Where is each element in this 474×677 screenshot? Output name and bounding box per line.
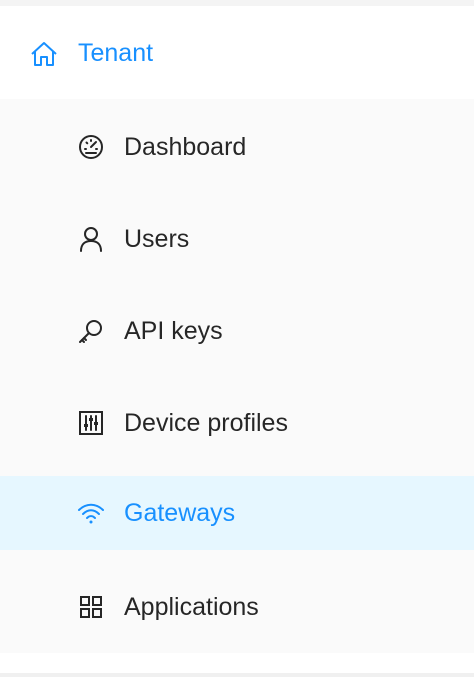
bottom-divider [0, 673, 474, 677]
menu-item-label: Users [124, 225, 190, 253]
menu-item-applications[interactable]: Applications [0, 570, 474, 644]
menu-item-api-keys[interactable]: API keys [0, 294, 474, 368]
menu-item-gateways[interactable]: Gateways [0, 476, 474, 550]
menu-item-label: Applications [124, 593, 259, 621]
key-icon [77, 317, 105, 345]
menu-item-dashboard[interactable]: Dashboard [0, 110, 474, 184]
sidebar-menu: Tenant Dashboard Users API keys Device p… [0, 0, 474, 677]
menu-item-label: Dashboard [124, 133, 247, 161]
menu-item-label: Gateways [124, 499, 236, 527]
appstore-grid-icon [77, 593, 105, 621]
wifi-icon [77, 499, 105, 527]
submenu-title-tenant[interactable]: Tenant [0, 6, 474, 99]
menu-item-label: Device profiles [124, 409, 288, 437]
tenant-submenu: Dashboard Users API keys Device profiles… [0, 99, 474, 653]
dashboard-gauge-icon [77, 133, 105, 161]
menu-item-users[interactable]: Users [0, 202, 474, 276]
submenu-title-label: Tenant [78, 39, 154, 67]
user-icon [77, 225, 105, 253]
home-icon [30, 40, 58, 68]
menu-item-device-profiles[interactable]: Device profiles [0, 386, 474, 460]
sliders-icon [77, 409, 105, 437]
menu-item-label: API keys [124, 317, 223, 345]
